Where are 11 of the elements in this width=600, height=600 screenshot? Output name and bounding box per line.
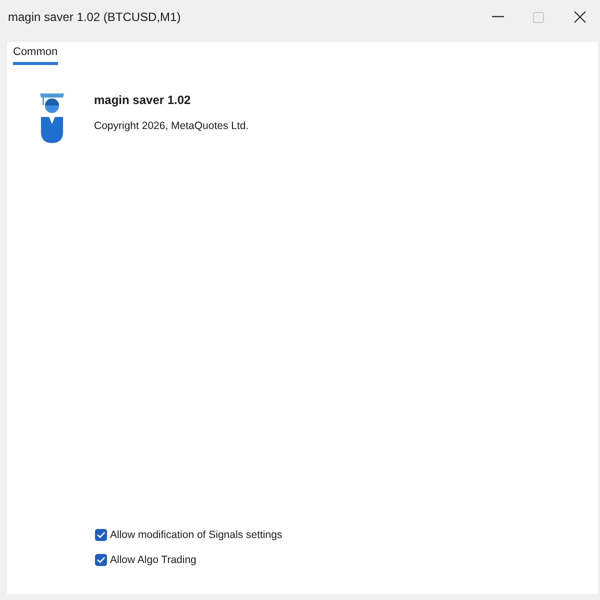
- tab[interactable]: Common: [13, 46, 58, 65]
- checkbox[interactable]: [95, 554, 107, 566]
- window-title: magin saver 1.02 (BTCUSD,M1): [8, 10, 181, 24]
- minimize-icon[interactable]: [492, 16, 504, 18]
- copyright-text: Copyright 2026, MetaQuotes Ltd.: [94, 120, 249, 132]
- program-name: magin saver 1.02: [94, 93, 192, 107]
- graduate-icon: [40, 93, 64, 143]
- checkbox-label[interactable]: Allow Algo Trading: [110, 554, 196, 566]
- close-icon[interactable]: [574, 11, 586, 23]
- checkbox[interactable]: [95, 529, 107, 541]
- checkbox-label[interactable]: Allow modification of Signals settings: [110, 529, 282, 541]
